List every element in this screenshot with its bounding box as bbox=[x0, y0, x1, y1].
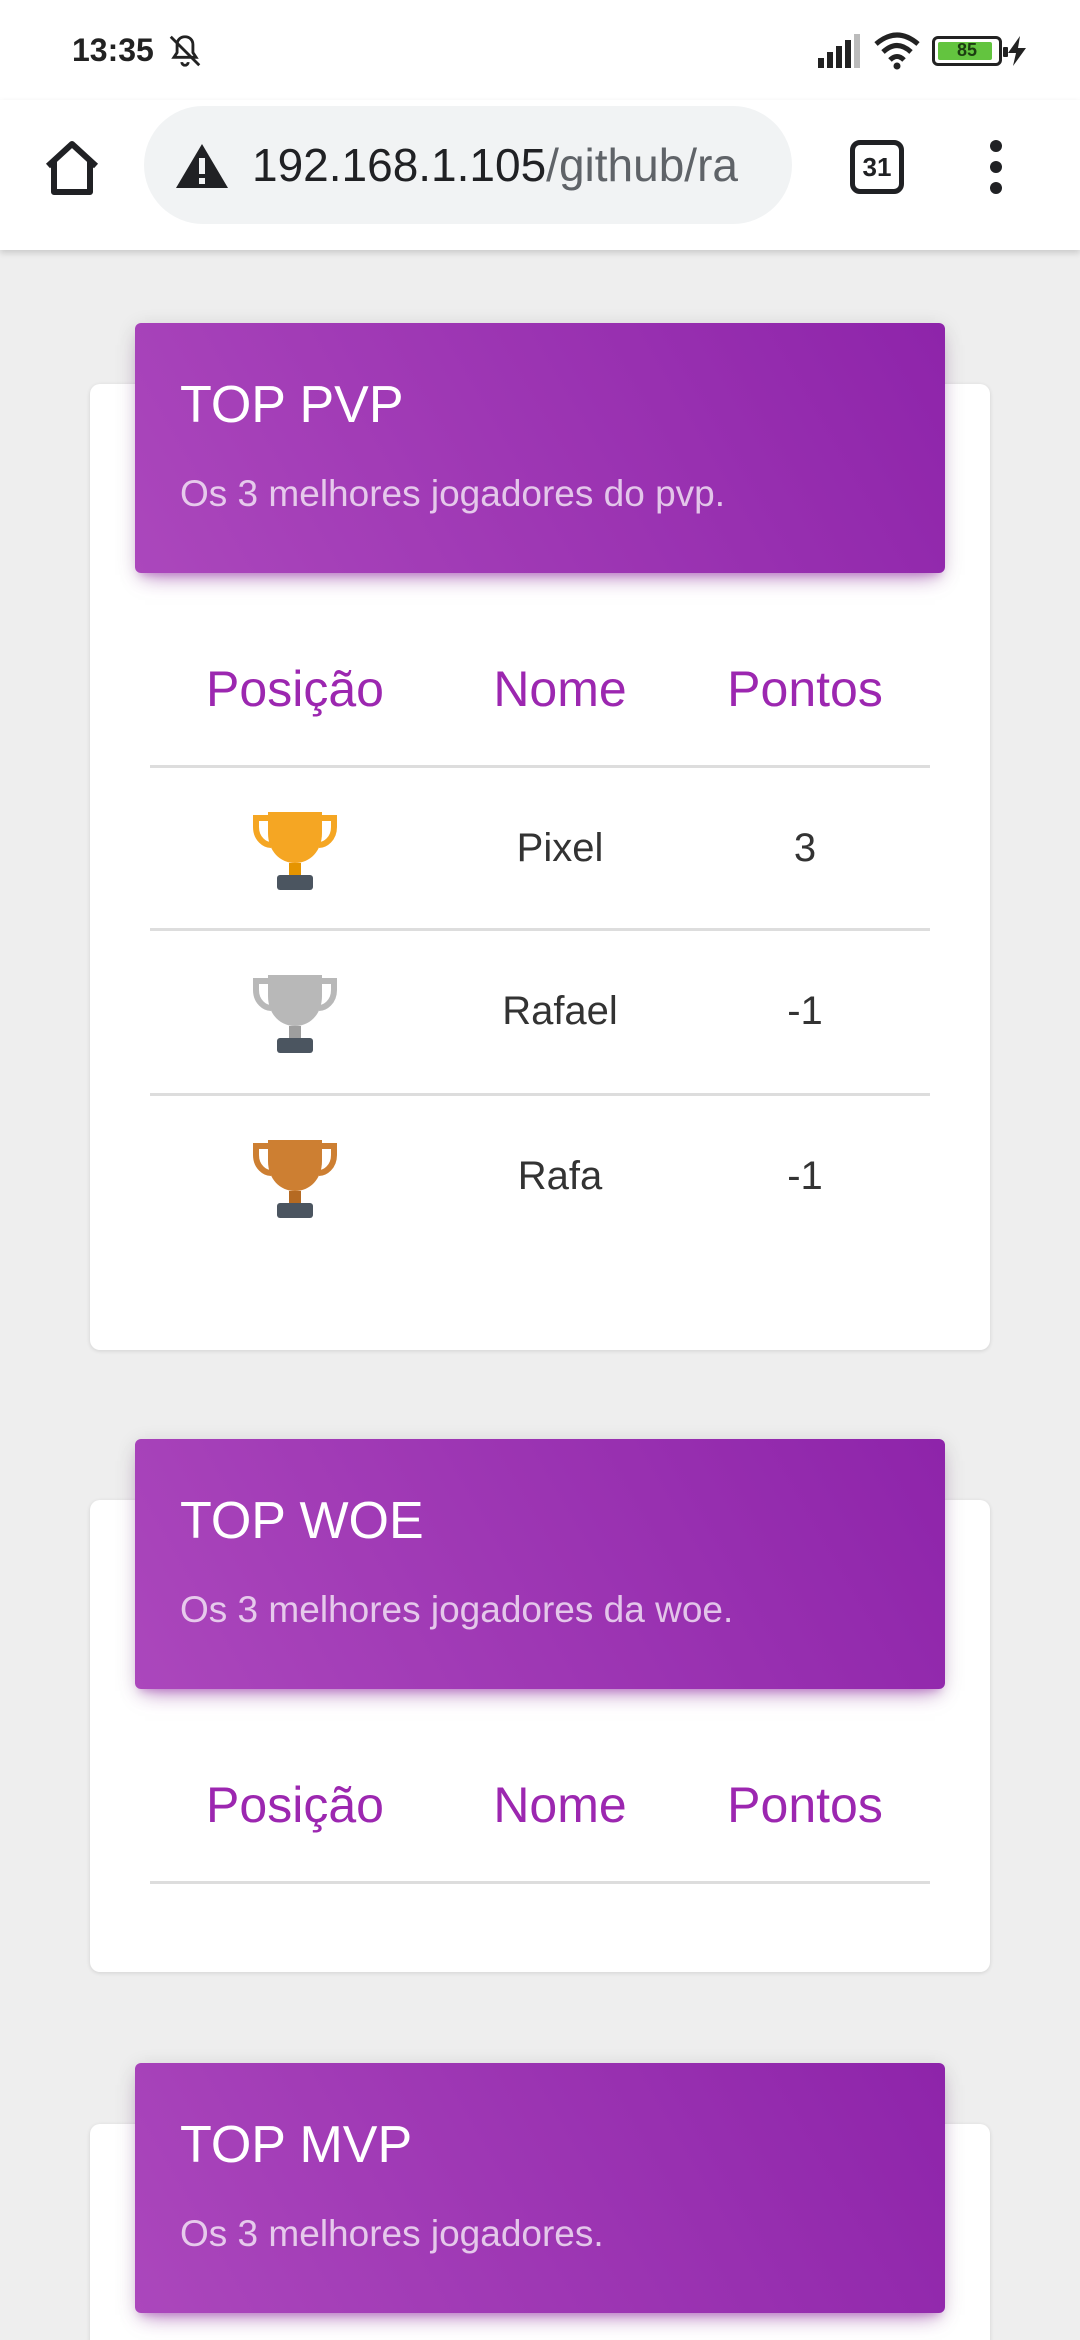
column-header-name: Nome bbox=[493, 661, 627, 717]
player-name: Pixel bbox=[516, 825, 604, 870]
battery-level: 85 bbox=[956, 40, 978, 60]
column-header-position: Posição bbox=[206, 1777, 384, 1833]
wifi-icon bbox=[874, 32, 920, 70]
tab-switcher-button[interactable]: 31 bbox=[850, 140, 904, 194]
table-row: Rafael -1 bbox=[150, 931, 930, 1091]
card-subtitle: Os 3 melhores jogadores da woe. bbox=[180, 1589, 734, 1630]
card-title: TOP WOE bbox=[180, 1492, 424, 1550]
column-header-name: Nome bbox=[493, 1777, 627, 1833]
table-row: Pixel 3 bbox=[150, 768, 930, 928]
player-points: 3 bbox=[793, 825, 817, 870]
browser-toolbar: 192.168.1.105/github/ra 31 bbox=[0, 100, 1080, 250]
card-title: TOP MVP bbox=[180, 2116, 413, 2174]
player-points: -1 bbox=[787, 988, 823, 1033]
woe-table-header: Posição Nome Pontos bbox=[150, 1776, 930, 1856]
bell-muted-icon bbox=[169, 35, 201, 67]
cellular-signal-icon bbox=[818, 34, 860, 68]
card-subtitle: Os 3 melhores jogadores do pvp. bbox=[180, 473, 726, 514]
table-divider bbox=[150, 1881, 930, 1884]
address-bar[interactable]: 192.168.1.105/github/ra bbox=[144, 106, 792, 224]
silver-trophy-icon bbox=[253, 975, 337, 1053]
card-subtitle: Os 3 melhores jogadores. bbox=[180, 2213, 604, 2254]
battery-icon: 85 bbox=[932, 36, 1008, 66]
url-text[interactable]: 192.168.1.105/github/ra bbox=[252, 138, 772, 192]
table-row: Rafa -1 bbox=[150, 1096, 930, 1256]
player-name: Rafa bbox=[517, 1153, 603, 1198]
url-path: /github/ra bbox=[546, 139, 738, 191]
gold-trophy-icon bbox=[253, 812, 337, 890]
card-title: TOP PVP bbox=[180, 376, 404, 434]
status-bar: 13:35 85 bbox=[0, 0, 1080, 100]
column-header-points: Pontos bbox=[727, 1777, 883, 1833]
woe-card-header: TOP WOE Os 3 melhores jogadores da woe. bbox=[135, 1439, 945, 1689]
pvp-card-header: TOP PVP Os 3 melhores jogadores do pvp. bbox=[135, 323, 945, 573]
url-host: 192.168.1.105 bbox=[252, 139, 547, 191]
more-menu-icon[interactable] bbox=[976, 136, 1016, 198]
charging-bolt-icon bbox=[1008, 36, 1026, 66]
warning-icon[interactable] bbox=[174, 142, 230, 190]
column-header-position: Posição bbox=[206, 661, 384, 717]
mvp-card-header: TOP MVP Os 3 melhores jogadores. bbox=[135, 2063, 945, 2313]
home-icon[interactable] bbox=[38, 134, 106, 202]
player-name: Rafael bbox=[502, 988, 618, 1033]
column-header-points: Pontos bbox=[727, 661, 883, 717]
bronze-trophy-icon bbox=[253, 1140, 337, 1218]
player-points: -1 bbox=[787, 1153, 823, 1198]
status-time: 13:35 bbox=[72, 32, 154, 68]
pvp-table-header: Posição Nome Pontos bbox=[150, 660, 930, 740]
